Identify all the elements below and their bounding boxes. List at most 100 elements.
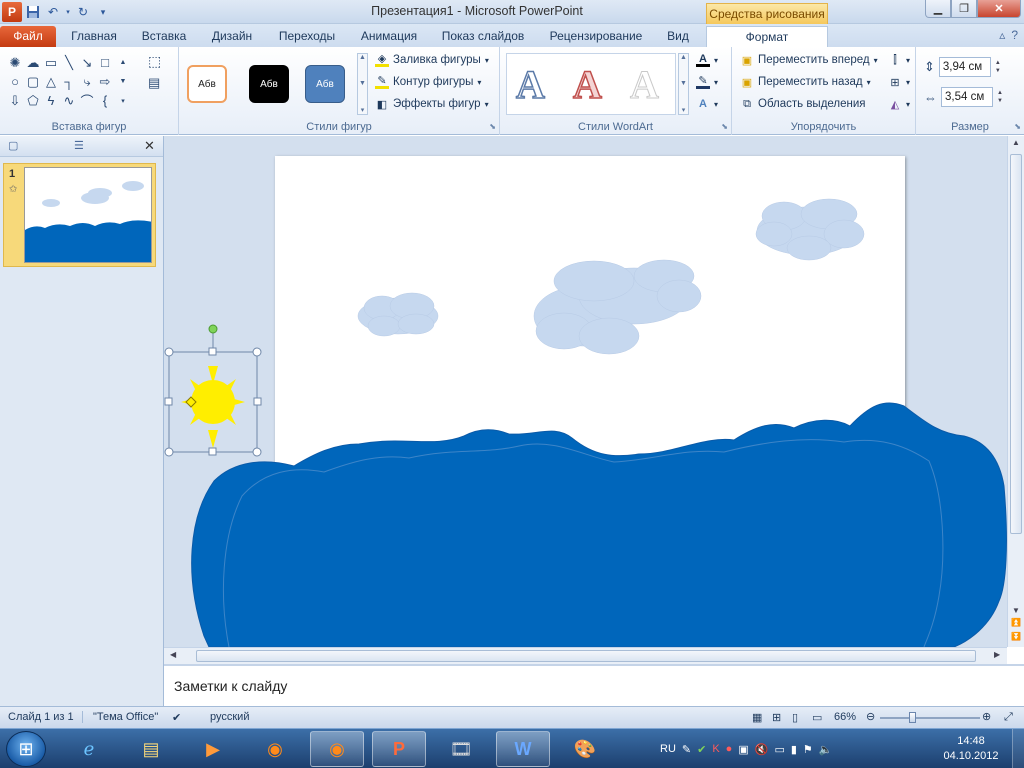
text-fill-button[interactable]: A ▾ — [696, 53, 718, 67]
scroll-right-icon[interactable]: ▶ — [994, 650, 1000, 659]
help-icon[interactable]: ? — [1011, 28, 1018, 42]
resize-handle-ne[interactable] — [252, 347, 262, 357]
shape-style-orange-outline[interactable]: Абв — [187, 65, 227, 103]
size-launcher-icon[interactable]: ⬊ — [1014, 122, 1021, 131]
redo-icon[interactable]: ↻ — [74, 3, 92, 21]
resize-handle-se[interactable] — [252, 447, 262, 457]
shape-styles-launcher-icon[interactable]: ⬊ — [489, 122, 496, 131]
vertical-scroll-thumb[interactable] — [1010, 154, 1022, 534]
slide-thumbnail-item[interactable]: 1 ✩ — [3, 163, 156, 267]
resize-handle-e[interactable] — [253, 397, 262, 406]
slides-tab-icon[interactable]: ▢ — [8, 139, 18, 152]
scroll-up-icon[interactable]: ▲ — [1008, 138, 1024, 147]
vertical-scrollbar[interactable]: ▲ ▼ ⏫ ⏬ — [1007, 136, 1024, 647]
cloud-large[interactable] — [533, 259, 702, 355]
right-arrow-shape-icon[interactable]: ⇨ — [96, 72, 114, 91]
close-panel-icon[interactable]: ✕ — [144, 138, 155, 154]
media-player-icon[interactable]: ▶ — [186, 731, 240, 767]
wordart-styles-launcher-icon[interactable]: ⬊ — [721, 122, 728, 131]
elbow-arrow-shape-icon[interactable]: ⤷ — [78, 72, 96, 91]
scroll-left-icon[interactable]: ◀ — [170, 650, 176, 659]
antivirus-tray-icon[interactable]: K — [712, 743, 719, 755]
horizontal-scroll-thumb[interactable] — [196, 650, 976, 662]
next-slide-icon[interactable]: ⏬ — [1008, 632, 1024, 641]
speaker-tray-icon[interactable]: 🔈 — [819, 743, 833, 756]
save-icon[interactable] — [24, 3, 42, 21]
fit-to-window-icon[interactable]: ⤢ — [1004, 711, 1013, 724]
star-shape-icon[interactable]: ✺ — [6, 53, 24, 72]
line-shape-icon[interactable]: ╲ — [60, 53, 78, 72]
cloud-shape-icon[interactable]: ☁ — [24, 53, 42, 72]
powerpoint-logo-icon[interactable]: P — [2, 2, 22, 22]
security-tray-icon[interactable]: ✔ — [697, 743, 706, 756]
gallery-up-icon[interactable]: ▲ — [114, 53, 132, 72]
resize-handle-sw[interactable] — [164, 447, 174, 457]
shape-style-black[interactable]: Абв — [249, 65, 289, 103]
textbox-shape-icon[interactable]: ▭ — [42, 53, 60, 72]
pentagon-shape-icon[interactable]: ⬠ — [24, 91, 42, 110]
rounded-rect-shape-icon[interactable]: ▢ — [24, 72, 42, 91]
word-taskbar-icon[interactable]: W — [496, 731, 550, 767]
notes-pane[interactable]: Заметки к слайду — [164, 664, 1024, 706]
align-button[interactable]: ⫿ ▾ — [888, 53, 910, 67]
resize-handle-s[interactable] — [208, 447, 217, 456]
text-effects-button[interactable]: A ▾ — [696, 97, 718, 111]
resize-handle-nw[interactable] — [164, 347, 174, 357]
powerpoint-taskbar-icon[interactable]: P — [372, 731, 426, 767]
cloud-small[interactable] — [357, 292, 439, 337]
firefox-icon[interactable]: ◉ — [248, 731, 302, 767]
rectangle-shape-icon[interactable]: □ — [96, 53, 114, 72]
undo-dropdown-icon[interactable]: ▾ — [64, 3, 72, 21]
shape-fill-button[interactable]: ◈ Заливка фигуры ▾ — [375, 53, 489, 67]
pen-tray-icon[interactable]: ✎ — [682, 743, 691, 756]
theme-status[interactable]: "Тема Office" — [82, 711, 158, 723]
triangle-shape-icon[interactable]: △ — [42, 72, 60, 91]
shape-style-blue[interactable]: Абв — [305, 65, 345, 103]
elbow-connector-shape-icon[interactable]: ┐ — [60, 72, 78, 91]
shape-effects-button[interactable]: ◧ Эффекты фигур ▾ — [375, 97, 489, 111]
shape-height-input[interactable]: 3,94 см — [938, 57, 991, 77]
shape-width-input[interactable]: 3,54 см — [941, 87, 993, 107]
system-clock[interactable]: 14:48 04.10.2012 — [936, 734, 1006, 764]
language-status[interactable]: русский — [210, 711, 249, 723]
slideshow-view-icon[interactable]: ▭ — [812, 711, 822, 724]
resize-handle-w[interactable] — [164, 397, 173, 406]
resize-handle-n[interactable] — [208, 347, 217, 356]
selection-pane-button[interactable]: ⧉ Область выделения — [740, 97, 865, 111]
wordart-style-outline-red[interactable]: A — [572, 61, 602, 108]
network-monitor-tray-icon[interactable]: ▣ — [738, 743, 748, 756]
scroll-down-icon[interactable]: ▼ — [1008, 606, 1024, 615]
oval-shape-icon[interactable]: ○ — [6, 72, 24, 91]
tab-transitions[interactable]: Переходы — [270, 26, 344, 47]
tab-design[interactable]: Дизайн — [203, 26, 261, 47]
tab-home[interactable]: Главная — [64, 26, 124, 47]
close-button[interactable]: ✕ — [977, 0, 1021, 18]
zoom-in-icon[interactable]: ⊕ — [982, 710, 991, 723]
minimize-ribbon-icon[interactable]: ▵ — [999, 28, 1005, 42]
normal-view-icon[interactable]: ▦ — [752, 711, 762, 724]
sea-waves-shape[interactable] — [191, 402, 1007, 647]
prev-slide-icon[interactable]: ⏫ — [1008, 618, 1024, 627]
zoom-out-icon[interactable]: ⊖ — [866, 710, 875, 723]
paint-icon[interactable]: 🎨 — [558, 731, 612, 767]
zoom-slider-track[interactable] — [880, 717, 980, 719]
tab-format[interactable]: Формат — [706, 26, 828, 47]
down-arrow-shape-icon[interactable]: ⇩ — [6, 91, 24, 110]
tab-animations[interactable]: Анимация — [352, 26, 426, 47]
shape-styles-gallery-scroll[interactable]: ▲ ▼ ▾ — [357, 53, 368, 115]
start-button[interactable]: ⊞ — [6, 731, 46, 767]
outline-tab-icon[interactable]: ☰ — [74, 139, 84, 152]
firefox-window-icon[interactable]: ◉ — [310, 731, 364, 767]
tab-insert[interactable]: Вставка — [134, 26, 194, 47]
wordart-style-outline-gray[interactable]: A — [630, 61, 660, 108]
send-backward-button[interactable]: ▣ Переместить назад ▾ — [740, 75, 871, 89]
arrow-line-shape-icon[interactable]: ↘ — [78, 53, 96, 72]
gallery-more-icon[interactable]: ▾ — [114, 91, 132, 110]
tab-slideshow[interactable]: Показ слайдов — [435, 26, 531, 47]
wordart-style-outline-blue[interactable]: A — [515, 61, 545, 108]
curve-shape-icon[interactable]: ∿ — [60, 91, 78, 110]
width-spinner[interactable]: ▲ ▼ — [997, 89, 1003, 105]
tab-review[interactable]: Рецензирование — [540, 26, 652, 47]
text-box-icon[interactable]: ▤ — [148, 75, 160, 91]
wordart-gallery-scroll[interactable]: ▲ ▼ ▾ — [678, 53, 689, 115]
